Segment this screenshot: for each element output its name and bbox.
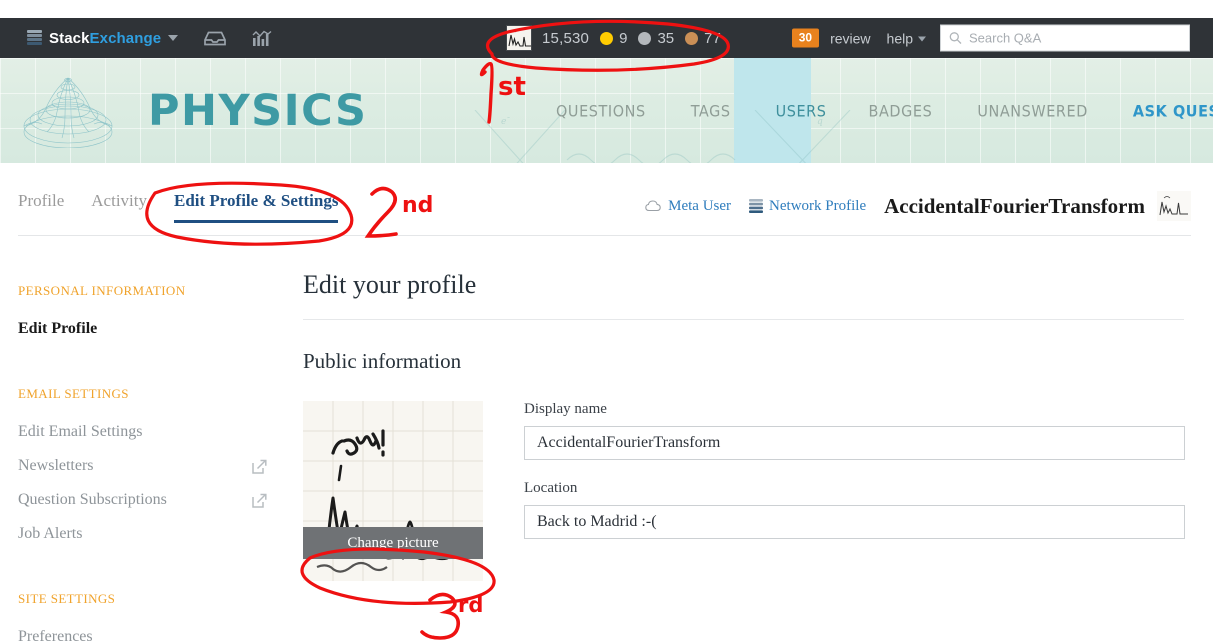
public-information-form: Change picture Display name Location	[303, 401, 1193, 581]
sidebar-heading-email-settings: EMAIL SETTINGS	[18, 386, 129, 401]
network-profile-link[interactable]: Network Profile	[749, 198, 866, 215]
sidebar-item-label: Preferences	[18, 628, 93, 644]
meta-user-link[interactable]: Meta User	[645, 198, 731, 215]
stack-exchange-wordmark-stack: Stack	[49, 29, 90, 47]
svg-text:-: -	[507, 113, 510, 123]
sidebar-heading-personal-information: PERSONAL INFORMATION	[18, 283, 186, 298]
physics-sombrero-mesh-logo[interactable]	[18, 68, 118, 148]
silver-badge-count: 35	[657, 29, 675, 47]
sidebar-item-label: Job Alerts	[18, 525, 83, 542]
profile-tabs: Profile Activity Edit Profile & Settings	[18, 191, 365, 223]
location-label: Location	[524, 480, 578, 496]
avatar-column: Change picture	[303, 401, 483, 581]
silver-badge[interactable]: 35	[638, 30, 674, 47]
tab-activity[interactable]: Activity	[91, 191, 147, 223]
settings-sidebar: PERSONAL INFORMATION Edit Profile EMAIL …	[18, 283, 273, 644]
stack-exchange-wordmark-exchange: Exchange	[89, 29, 162, 47]
search-input[interactable]: Search Q&A	[940, 24, 1190, 52]
inbox-icon	[204, 31, 227, 45]
profile-header-right: Meta User Network Profile AccidentalFour…	[645, 191, 1191, 221]
site-nav: QUESTIONS TAGS USERS BADGES UNANSWERED A…	[556, 101, 1213, 120]
nav-unanswered[interactable]: UNANSWERED	[977, 101, 1088, 120]
tabs-divider	[18, 235, 1191, 236]
tab-profile[interactable]: Profile	[18, 191, 64, 223]
stack-exchange-logo-icon	[749, 198, 764, 214]
stack-exchange-wordmark: StackExchange	[49, 30, 161, 47]
meta-user-label: Meta User	[668, 197, 732, 214]
tab-edit-profile-settings[interactable]: Edit Profile & Settings	[174, 191, 339, 223]
user-avatar-thumbnail[interactable]	[1157, 191, 1191, 221]
page-title: Edit your profile	[303, 270, 477, 299]
topbar-right-group: 30 review help Search Q&A	[791, 24, 1190, 52]
inbox-button[interactable]	[204, 31, 227, 46]
sidebar-item-preferences[interactable]: Preferences	[18, 628, 273, 644]
display-name-input[interactable]	[524, 426, 1185, 460]
chevron-down-icon	[918, 36, 926, 42]
silver-badge-icon	[638, 31, 652, 45]
achievements-button[interactable]	[252, 30, 272, 47]
gold-badge-count: 9	[619, 29, 628, 47]
profile-username: AccidentalFourierTransform	[884, 193, 1145, 218]
external-link-icon	[252, 493, 267, 508]
help-link[interactable]: help	[887, 30, 926, 46]
change-picture-button[interactable]: Change picture	[303, 527, 483, 559]
main-content: Edit your profile Public information Cha…	[303, 270, 1193, 581]
network-profile-label: Network Profile	[769, 197, 867, 214]
achievements-chart-icon	[252, 30, 272, 46]
site-header: e- e+ q q	[0, 58, 1213, 163]
bronze-badge-icon	[685, 31, 699, 45]
location-input[interactable]	[524, 505, 1185, 539]
external-link-icon	[252, 459, 267, 474]
page-root: StackExchange 15,530 9 35 77 30 review h…	[0, 0, 1213, 644]
search-placeholder: Search Q&A	[969, 30, 1042, 46]
svg-text:rd: rd	[458, 593, 483, 617]
nav-badges[interactable]: BADGES	[869, 101, 933, 120]
help-link-label: help	[886, 30, 913, 46]
profile-tabs-row: Profile Activity Edit Profile & Settings…	[0, 163, 1213, 237]
user-avatar-thumbnail[interactable]	[506, 25, 532, 51]
review-link[interactable]: review	[830, 30, 870, 46]
sidebar-item-edit-profile[interactable]: Edit Profile	[18, 320, 273, 338]
title-divider	[303, 319, 1184, 320]
stack-exchange-logo-icon	[27, 30, 42, 46]
svg-text:e: e	[501, 117, 506, 127]
reputation-and-badges[interactable]: 15,530 9 35 77	[506, 25, 732, 51]
sidebar-item-question-subscriptions[interactable]: Question Subscriptions	[18, 491, 273, 509]
annotation-marker-3rd: rd	[420, 592, 483, 640]
bronze-badge-count: 77	[704, 29, 721, 47]
stack-exchange-logo[interactable]: StackExchange	[27, 30, 179, 47]
sidebar-item-label: Edit Email Settings	[18, 423, 143, 440]
nav-users[interactable]: USERS	[776, 101, 827, 120]
stack-exchange-topbar: StackExchange 15,530 9 35 77 30 review h…	[0, 18, 1213, 58]
sidebar-item-job-alerts[interactable]: Job Alerts	[18, 525, 273, 543]
sidebar-item-newsletters[interactable]: Newsletters	[18, 457, 273, 475]
display-name-label: Display name	[524, 401, 607, 417]
site-title[interactable]: PHYSICS	[148, 86, 367, 136]
review-count-badge[interactable]: 30	[791, 28, 820, 48]
sidebar-item-label: Newsletters	[18, 457, 94, 474]
sidebar-heading-site-settings: SITE SETTINGS	[18, 591, 116, 606]
search-icon	[949, 32, 962, 44]
bronze-badge[interactable]: 77	[685, 30, 721, 47]
nav-ask-question[interactable]: ASK QUESTION	[1133, 101, 1213, 120]
browser-chrome-strip	[0, 0, 1213, 18]
nav-questions[interactable]: QUESTIONS	[556, 101, 646, 120]
sidebar-item-label: Edit Profile	[18, 320, 98, 337]
location-group: Location	[524, 480, 1193, 539]
gold-badge[interactable]: 9	[600, 30, 627, 47]
chevron-down-icon[interactable]	[168, 35, 179, 41]
nav-tags[interactable]: TAGS	[691, 101, 731, 120]
display-name-group: Display name	[524, 401, 1193, 460]
sidebar-item-edit-email-settings[interactable]: Edit Email Settings	[18, 423, 273, 441]
cloud-icon	[645, 200, 662, 212]
sidebar-item-label: Question Subscriptions	[18, 491, 167, 508]
section-title-public-information: Public information	[303, 349, 462, 373]
fields-column: Display name Location	[524, 401, 1193, 581]
reputation-count: 15,530	[542, 29, 590, 47]
gold-badge-icon	[600, 31, 614, 45]
